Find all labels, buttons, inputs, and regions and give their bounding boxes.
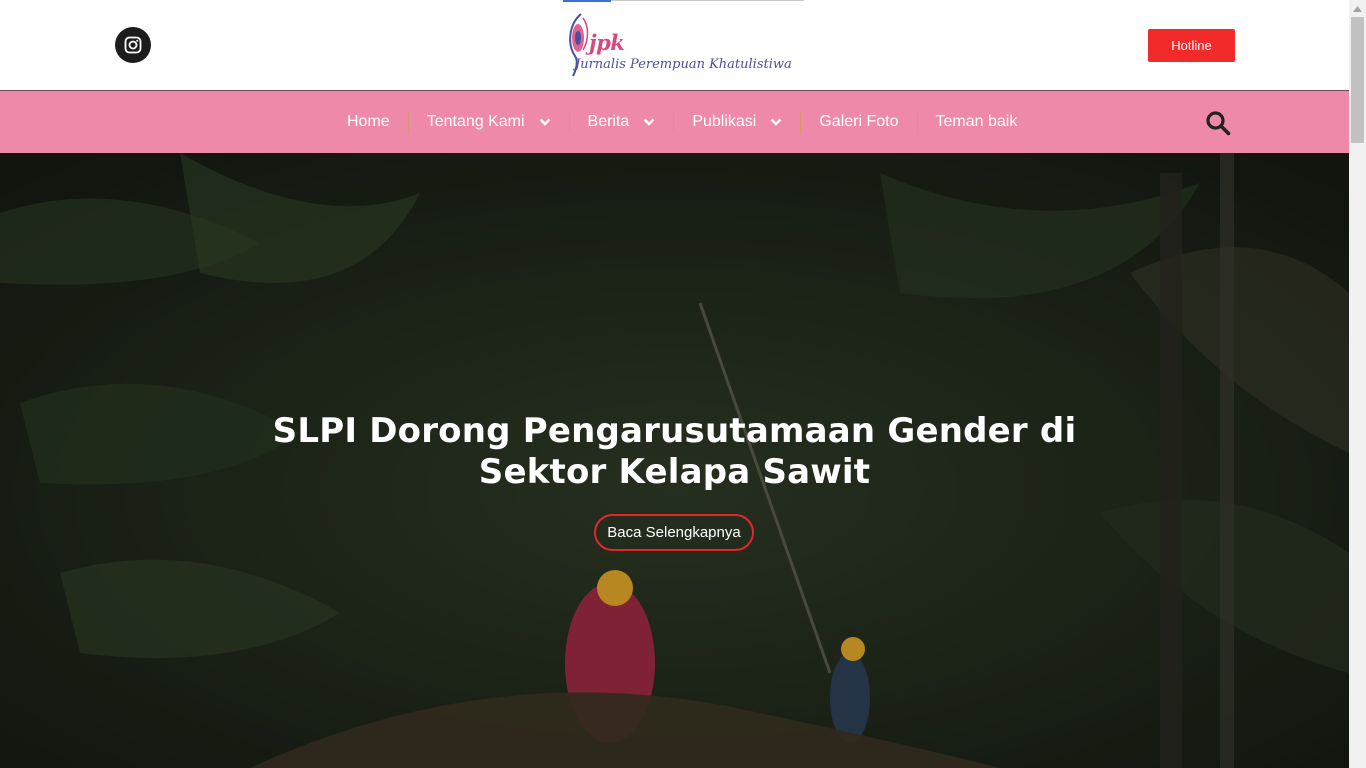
main-nav: Home Tentang Kami Berita Publikasi Galer…	[0, 90, 1349, 153]
site-logo[interactable]: jpk Jurnalis Perempuan Khatulistiwa	[563, 0, 804, 88]
nav-item-berita[interactable]: Berita	[570, 91, 674, 153]
nav-item-tentang-kami[interactable]: Tentang Kami	[409, 91, 569, 153]
nav-divider	[407, 111, 409, 133]
read-more-button[interactable]: Baca Selengkapnya	[594, 514, 754, 551]
hotline-button[interactable]: Hotline	[1148, 29, 1235, 62]
nav-menu: Home Tentang Kami Berita Publikasi Galer…	[329, 91, 1035, 153]
chevron-down-icon	[771, 118, 782, 126]
scrollbar[interactable]	[1349, 0, 1366, 768]
hero-banner: SLPI Dorong Pengarusutamaan Gender di Se…	[0, 153, 1349, 768]
site-header: jpk Jurnalis Perempuan Khatulistiwa Hotl…	[0, 0, 1349, 90]
logo-tagline: Jurnalis Perempuan Khatulistiwa	[575, 57, 792, 72]
nav-item-teman-baik[interactable]: Teman baik	[918, 91, 1036, 153]
instagram-icon[interactable]	[115, 27, 151, 63]
nav-divider	[800, 111, 802, 133]
nav-item-label: Galeri Foto	[819, 113, 899, 130]
nav-item-label: Berita	[587, 113, 630, 130]
chevron-down-icon	[539, 118, 550, 126]
logo-abbreviation: jpk	[589, 30, 625, 55]
chevron-down-icon	[643, 118, 655, 126]
hero-title[interactable]: SLPI Dorong Pengarusutamaan Gender di Se…	[200, 411, 1149, 493]
nav-item-label: Home	[347, 113, 390, 130]
scroll-up-arrow-icon[interactable]	[1349, 0, 1366, 17]
nav-divider	[568, 111, 570, 133]
hero-title-line: Sektor Kelapa Sawit	[478, 452, 871, 492]
scrollbar-thumb[interactable]	[1351, 17, 1364, 143]
hero-title-line: SLPI Dorong Pengarusutamaan Gender di	[272, 411, 1077, 451]
nav-divider	[916, 111, 918, 133]
nav-item-label: Teman baik	[935, 113, 1018, 130]
nav-item-publikasi[interactable]: Publikasi	[674, 91, 800, 153]
nav-item-label: Publikasi	[692, 113, 757, 130]
nav-item-home[interactable]: Home	[329, 91, 408, 153]
search-icon[interactable]	[1205, 110, 1231, 136]
logo-top-line	[611, 0, 804, 1]
nav-item-galeri-foto[interactable]: Galeri Foto	[801, 91, 916, 153]
nav-item-label: Tentang Kami	[426, 113, 525, 130]
nav-divider	[673, 111, 675, 133]
logo-top-bar	[563, 0, 611, 2]
